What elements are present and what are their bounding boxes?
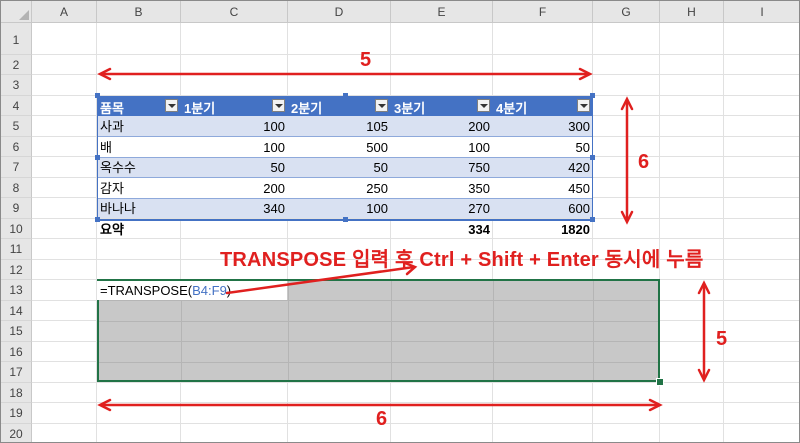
spreadsheet-window: A B C D E F G H I 1 2 3 4 5 6 7 8 9 10 1… xyxy=(0,0,800,443)
instruction-caption: TRANSPOSE 입력 후 Ctrl + Shift + Enter 동시에 … xyxy=(220,249,704,271)
width-label-bottom: 6 xyxy=(376,408,388,430)
height-label-right: 6 xyxy=(638,151,650,173)
height-label-lower: 5 xyxy=(716,328,728,350)
width-label-top: 5 xyxy=(360,49,372,71)
annotation-arrows xyxy=(97,67,711,412)
